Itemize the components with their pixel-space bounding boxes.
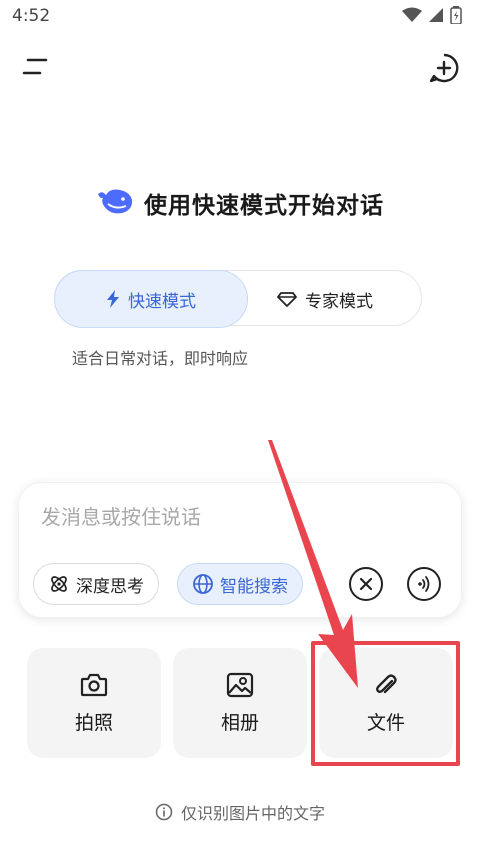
close-icon [359, 577, 373, 591]
fast-mode-label: 快速模式 [128, 291, 196, 312]
wifi-icon [402, 7, 422, 27]
smart-search-toggle[interactable]: 智能搜索 [177, 563, 303, 605]
welcome-title: 使用快速模式开始对话 [144, 193, 384, 219]
new-chat-button[interactable] [428, 52, 460, 84]
photo-tile[interactable]: 拍照 [27, 648, 161, 758]
voice-button[interactable] [407, 567, 441, 601]
expert-mode-label: 专家模式 [305, 291, 373, 312]
menu-button[interactable] [20, 54, 50, 80]
fast-mode-button[interactable]: 快速模式 [54, 270, 248, 328]
diamond-icon [277, 292, 297, 307]
status-icons [402, 6, 462, 28]
whale-logo-icon [96, 186, 134, 220]
clear-button[interactable] [349, 567, 383, 601]
lightning-icon [107, 290, 119, 308]
info-icon [155, 803, 173, 821]
footer-note-text: 仅识别图片中的文字 [180, 804, 325, 823]
menu-icon [22, 58, 48, 75]
status-time: 4:52 [12, 6, 51, 26]
atom-icon [51, 576, 67, 592]
camera-icon [80, 673, 108, 696]
photo-label: 拍照 [74, 711, 113, 734]
message-input[interactable]: 发消息或按住说话 [41, 501, 201, 530]
mode-switch: 快速模式 专家模式 [54, 270, 422, 328]
voice-wave-icon [418, 576, 430, 592]
signal-icon [428, 7, 444, 27]
status-bar: 4:52 [0, 0, 480, 34]
smart-search-label: 智能搜索 [220, 576, 288, 597]
image-icon [226, 672, 254, 697]
new-chat-icon [429, 53, 459, 83]
annotation-highlight-box [311, 641, 460, 766]
welcome-heading: 使用快速模式开始对话 [0, 186, 480, 220]
message-composer: 发消息或按住说话 深度思考 智能搜索 [18, 482, 462, 618]
mode-description: 适合日常对话，即时响应 [72, 349, 249, 368]
expert-mode-button[interactable]: 专家模式 [228, 270, 422, 328]
album-label: 相册 [220, 711, 259, 734]
deep-think-label: 深度思考 [76, 576, 144, 597]
deep-think-toggle[interactable]: 深度思考 [33, 563, 159, 605]
globe-icon [193, 574, 213, 594]
battery-icon [450, 6, 462, 28]
album-tile[interactable]: 相册 [173, 648, 307, 758]
footer-note: 仅识别图片中的文字 [0, 800, 480, 824]
